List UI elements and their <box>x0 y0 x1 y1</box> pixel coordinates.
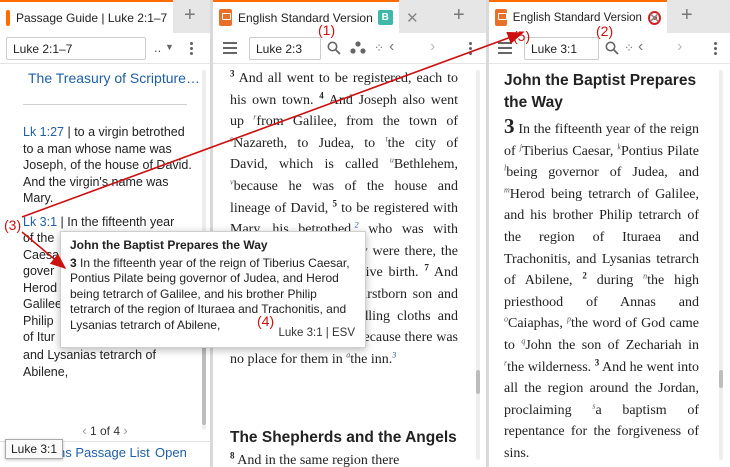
chevron-left-icon[interactable]: ‹ <box>638 38 643 56</box>
hamburger-menu-icon[interactable] <box>223 42 237 54</box>
scrollbar-thumb[interactable] <box>719 370 723 388</box>
link-set-badge[interactable]: B <box>377 10 393 25</box>
reference-value: Luke 2:3 <box>256 42 303 56</box>
section-heading: The Shepherds and the Angels <box>230 429 457 446</box>
reference-input[interactable]: Luke 2:3 <box>249 37 321 60</box>
search-icon[interactable] <box>605 41 619 55</box>
bible-text-continued: 8 And in the same region there <box>230 450 400 467</box>
entry-lk-1-27: Lk 1:27 | to a virgin betrothed to a man… <box>23 124 193 207</box>
passage-guide-icon <box>6 9 10 26</box>
verse-preview-popup: John the Baptist Prepares the Way 3 In t… <box>60 231 366 348</box>
entry-continuation: of the Caesar gover Herod Galilee Philip… <box>23 230 63 346</box>
scrollbar-track[interactable] <box>476 70 480 460</box>
text-line: Herod <box>23 280 58 295</box>
toolbar: Luke 2:3 ⁘ ‹ › <box>213 33 486 64</box>
new-tab-plus-icon[interactable]: + <box>681 4 693 27</box>
esv-book-icon <box>495 9 507 26</box>
tab-bar: Passage Guide | Luke 2:1–7 + <box>0 0 210 33</box>
esv-book-icon <box>219 9 232 26</box>
divider <box>23 104 187 105</box>
section-link-treasury[interactable]: The Treasury of Scripture… <box>28 70 200 86</box>
reference-input[interactable]: Luke 2:1–7 <box>6 37 146 60</box>
search-icon[interactable] <box>327 41 341 55</box>
tab-title: Passage Guide | Luke 2:1–7 <box>16 10 168 25</box>
tab-title: English Standard Version <box>238 10 373 25</box>
chevron-right-icon[interactable]: › <box>123 423 127 438</box>
kebab-menu-icon[interactable] <box>714 41 717 56</box>
section-heading: John the Baptist Prepares the Way <box>504 72 697 111</box>
entry-lk-3-1: Lk 3:1 | In the fifteenth year <box>23 214 193 231</box>
entry-ref-link[interactable]: Lk 1:27 <box>23 125 64 139</box>
new-tab-plus-icon[interactable]: + <box>453 4 465 27</box>
toolbar: Luke 2:1–7 .. ▼ <box>0 33 210 64</box>
hover-tooltip-ref: Luke 3:1 <box>5 439 64 459</box>
reference-input[interactable]: Luke 3:1 <box>524 37 599 60</box>
tab-esv[interactable]: English Standard Version B ✕ <box>213 0 419 33</box>
more-tools-icon[interactable]: ⁘ <box>374 41 384 55</box>
chevron-left-icon[interactable]: ‹ <box>389 38 394 56</box>
annotation-4: (4) <box>257 313 275 329</box>
annotation-2: (2) <box>596 23 614 39</box>
text-line: of Itur <box>23 330 55 344</box>
tab-passage-guide[interactable]: Passage Guide | Luke 2:1–7 <box>0 0 173 33</box>
new-tab-plus-icon[interactable]: + <box>184 4 196 27</box>
popup-text: 3 In the fifteenth year of the reign of … <box>70 256 356 334</box>
chevron-right-icon[interactable]: › <box>677 38 682 56</box>
popup-footer: Luke 3:1 | ESV <box>278 326 355 339</box>
hamburger-menu-icon[interactable] <box>498 42 512 54</box>
popup-title: John the Baptist Prepares the Way <box>70 238 268 252</box>
scrollbar-track[interactable] <box>719 70 723 460</box>
scrollbar-thumb[interactable] <box>476 370 480 394</box>
text-line: gover <box>23 264 55 278</box>
reference-value: Luke 2:1–7 <box>13 42 73 56</box>
passage-list-link[interactable]: ns Passage List <box>58 445 150 460</box>
ref-suffix: .. <box>154 40 162 55</box>
close-icon[interactable]: ✕ <box>648 9 661 27</box>
chevron-down-icon[interactable]: ▼ <box>165 42 174 52</box>
visual-filter-icon[interactable] <box>350 41 366 55</box>
chevron-left-icon[interactable]: ‹ <box>82 423 86 438</box>
scrollbar-thumb[interactable] <box>202 345 206 425</box>
entry-text: | In the fifteenth year <box>57 215 175 229</box>
text-line: of the <box>23 231 55 245</box>
tab-title: English Standard Version <box>512 11 642 24</box>
annotation-5: (5) <box>513 28 531 44</box>
kebab-menu-icon[interactable] <box>190 41 193 56</box>
chevron-right-icon[interactable]: › <box>430 38 435 56</box>
pager-label: 1 of 4 <box>89 424 121 438</box>
text-line: Caesar <box>23 247 64 262</box>
open-link[interactable]: Open <box>155 445 187 460</box>
reference-value: Luke 3:1 <box>531 42 578 56</box>
popup-verse-text: In the fifteenth year of the reign of Ti… <box>70 255 350 332</box>
esv-panel-right: English Standard Version ✕ + Luke 3:1 ⁘ … <box>489 0 730 467</box>
more-tools-icon[interactable]: ⁘ <box>624 41 634 55</box>
close-icon[interactable]: ✕ <box>406 9 419 27</box>
annotation-3: (3) <box>4 217 22 233</box>
popup-verse-number: 3 <box>70 255 77 270</box>
bible-text: 3 In the fifteenth year of the reign of … <box>504 114 700 461</box>
entry-bottom-text: and Lysanias tetrarch of Abilene, <box>23 348 156 379</box>
annotation-1: (1) <box>318 22 336 38</box>
text-line: Philip <box>23 313 54 328</box>
chapter-number: 3 <box>504 114 515 138</box>
pager: ‹ 1 of 4 › <box>0 423 210 438</box>
text-line: Galilee <box>23 297 62 311</box>
entry-ref-link[interactable]: Lk 3:1 <box>23 215 57 229</box>
tab-bar: English Standard Version B ✕ + <box>213 0 486 33</box>
kebab-menu-icon[interactable] <box>469 41 472 56</box>
